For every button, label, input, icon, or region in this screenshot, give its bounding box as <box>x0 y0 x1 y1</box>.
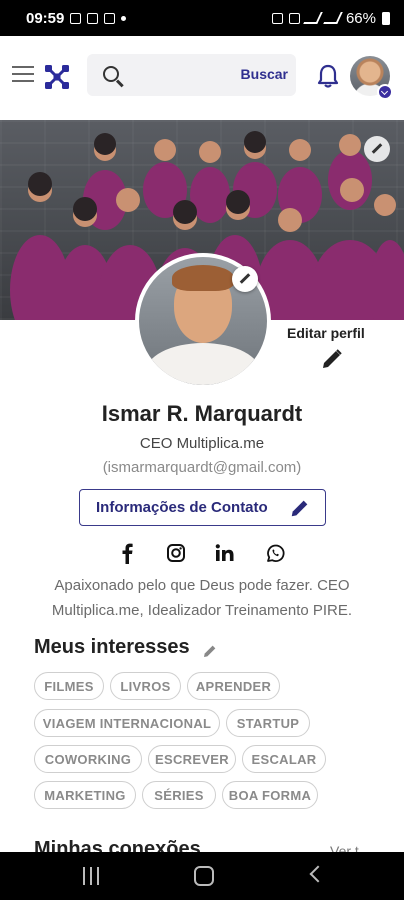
signal-icon <box>323 12 343 24</box>
facebook-icon[interactable] <box>118 542 136 564</box>
back-icon[interactable] <box>309 865 327 883</box>
instagram-icon[interactable] <box>166 542 186 564</box>
alarm-icon <box>288 12 300 24</box>
interest-chip[interactable]: BOA FORMA <box>222 781 318 809</box>
profile-role: CEO Multiplica.me <box>139 435 265 452</box>
battery-percent: 66% <box>345 9 376 27</box>
pencil-icon <box>239 273 251 284</box>
interest-chip[interactable]: APRENDER <box>187 672 280 700</box>
edit-profile-label[interactable]: Editar perfil <box>287 325 365 341</box>
interest-chip[interactable]: LIVROS <box>110 672 181 700</box>
recent-apps-icon[interactable] <box>83 867 101 885</box>
edit-cover-button[interactable] <box>364 136 390 162</box>
interest-chip[interactable]: COWORKING <box>34 745 142 773</box>
interest-chip[interactable]: ESCREVER <box>148 745 236 773</box>
profile-bio: Apaixonado pelo que Deus pode fazer. CEO… <box>51 577 353 619</box>
youtube-notification-icon <box>87 12 99 24</box>
wifi-icon <box>303 12 323 24</box>
bell-icon[interactable] <box>316 63 340 89</box>
whatsapp-icon[interactable] <box>265 542 285 564</box>
interest-chip[interactable]: FILMES <box>34 672 104 700</box>
profile-name: Ismar R. Marquardt <box>101 401 303 426</box>
contact-info-button[interactable]: Informações de Contato <box>79 489 326 526</box>
android-nav-bar <box>0 852 404 900</box>
home-icon[interactable] <box>194 866 214 886</box>
interest-chip[interactable]: ESCALAR <box>242 745 326 773</box>
pencil-icon[interactable] <box>320 347 344 371</box>
instagram-notification-icon <box>104 12 116 24</box>
status-time: 09:59 <box>26 9 65 27</box>
battery-icon <box>382 11 390 25</box>
search-bar[interactable]: Buscar <box>87 54 296 96</box>
pencil-icon[interactable] <box>202 643 218 659</box>
pencil-icon <box>371 143 383 154</box>
social-links <box>0 542 404 566</box>
contact-info-label: Informações de Contato <box>96 499 268 516</box>
app-header: Buscar <box>0 36 404 118</box>
interest-chip[interactable]: SÉRIES <box>142 781 216 809</box>
chevron-down-icon <box>377 84 393 100</box>
interest-chip[interactable]: MARKETING <box>34 781 136 809</box>
user-avatar-menu[interactable] <box>350 56 393 100</box>
lock-icon <box>271 12 283 24</box>
pencil-icon <box>291 500 308 517</box>
linkedin-icon[interactable] <box>214 542 236 564</box>
search-button[interactable]: Buscar <box>241 66 288 82</box>
edit-photo-button[interactable] <box>232 266 258 292</box>
search-icon <box>103 66 119 82</box>
interest-chip[interactable]: VIAGEM INTERNACIONAL <box>34 709 220 737</box>
interest-chip[interactable]: STARTUP <box>226 709 310 737</box>
interests-title: Meus interesses <box>34 636 190 658</box>
multiplica-logo[interactable] <box>43 63 71 91</box>
gallery-notification-icon <box>70 12 82 24</box>
hamburger-menu-icon[interactable] <box>12 66 34 84</box>
status-bar: 09:59 66% <box>0 0 404 36</box>
more-notifications-icon <box>121 15 127 21</box>
profile-email: (ismarmarquardt@gmail.com) <box>102 459 302 476</box>
